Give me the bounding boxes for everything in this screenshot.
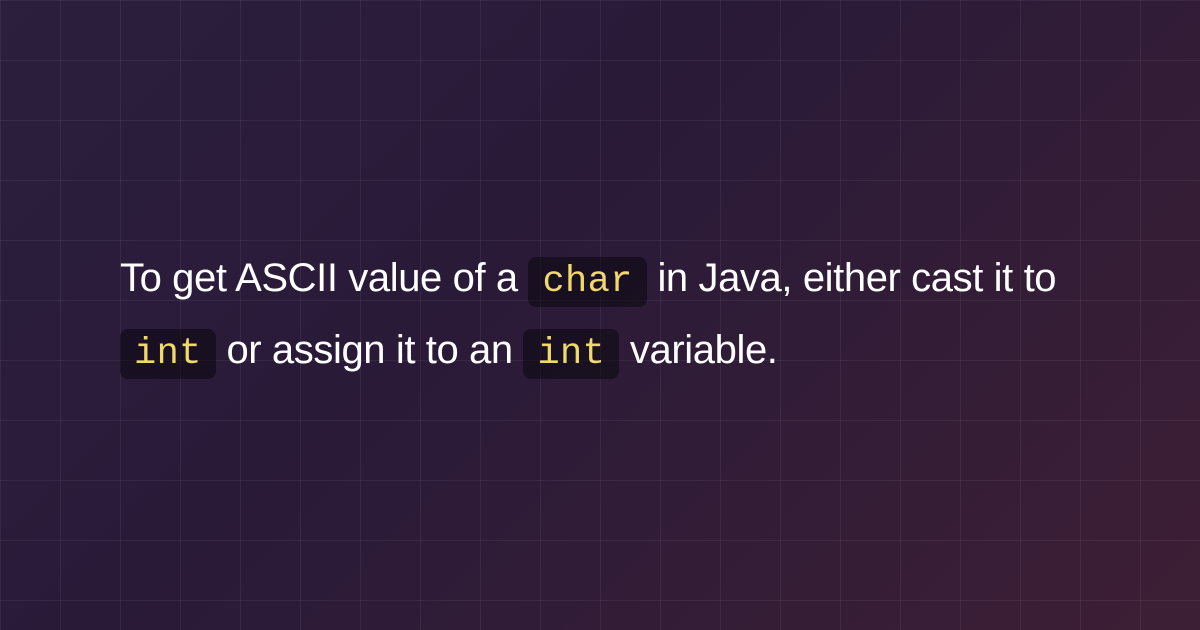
text-segment: or assign it to an (216, 328, 524, 372)
text-segment: To get ASCII value of a (120, 256, 528, 300)
code-int-2: int (523, 329, 619, 379)
description-text: To get ASCII value of a char in Java, ei… (120, 243, 1080, 387)
code-char: char (528, 257, 646, 307)
content-area: To get ASCII value of a char in Java, ei… (0, 0, 1200, 630)
text-segment: in Java, either cast it to (647, 256, 1056, 300)
text-segment: variable. (619, 328, 777, 372)
code-int-1: int (120, 329, 216, 379)
